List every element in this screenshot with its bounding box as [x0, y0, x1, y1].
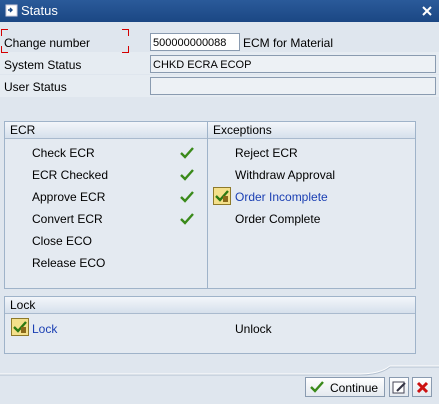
exception-item-order-incomplete[interactable]: Order Incomplete: [235, 190, 328, 204]
exception-item-reject-ecr[interactable]: Reject ECR: [235, 146, 298, 160]
lock-group-header: Lock: [5, 297, 415, 314]
status-window-icon: [5, 4, 18, 17]
checkmark-icon: [180, 213, 194, 225]
checkmark-icon: [180, 147, 194, 159]
group-divider: [207, 122, 208, 288]
window-title: Status: [21, 3, 58, 18]
system-status-field[interactable]: CHKD ECRA ECOP: [150, 55, 436, 73]
footer-separator: [0, 365, 439, 376]
ecr-item-convert-ecr[interactable]: Convert ECR: [32, 212, 103, 226]
exception-item-order-complete[interactable]: Order Complete: [235, 212, 320, 226]
status-group-header: ECR Exceptions: [5, 122, 415, 139]
lock-group-box: Lock: [4, 296, 416, 354]
checkmark-icon: [310, 381, 324, 393]
ecr-item-approve-ecr[interactable]: Approve ECR: [32, 190, 105, 204]
change-number-label: Change number: [4, 36, 91, 50]
change-number-description: ECM for Material: [243, 36, 334, 50]
title-bar: Status: [0, 0, 439, 22]
user-status-field[interactable]: [150, 77, 436, 95]
exception-item-withdraw-approval[interactable]: Withdraw Approval: [235, 168, 335, 182]
active-status-icon: [213, 187, 231, 205]
unlock-option[interactable]: Unlock: [235, 322, 272, 336]
ecr-item-release-eco[interactable]: Release ECO: [32, 256, 105, 270]
lock-option[interactable]: Lock: [32, 322, 57, 336]
ecr-group-title: ECR: [10, 123, 36, 137]
exceptions-group-title: Exceptions: [213, 123, 272, 137]
lock-active-icon: [11, 318, 29, 336]
ecr-item-check-ecr[interactable]: Check ECR: [32, 146, 95, 160]
change-number-field[interactable]: 500000000088: [150, 33, 240, 51]
checkmark-icon: [180, 191, 194, 203]
cancel-button[interactable]: [412, 377, 432, 397]
ecr-item-ecr-checked[interactable]: ECR Checked: [32, 168, 108, 182]
cancel-icon: [416, 381, 429, 394]
continue-button-label: Continue: [330, 381, 379, 395]
user-status-label: User Status: [4, 80, 67, 94]
ecr-item-close-eco[interactable]: Close ECO: [32, 234, 92, 248]
lock-group-title: Lock: [10, 298, 36, 312]
edit-icon: [392, 381, 406, 394]
close-icon: [422, 6, 432, 16]
checkmark-icon: [180, 169, 194, 181]
close-window-button[interactable]: [419, 3, 435, 19]
system-status-label: System Status: [4, 58, 82, 72]
edit-button[interactable]: [389, 377, 409, 397]
continue-button[interactable]: Continue: [305, 377, 385, 397]
